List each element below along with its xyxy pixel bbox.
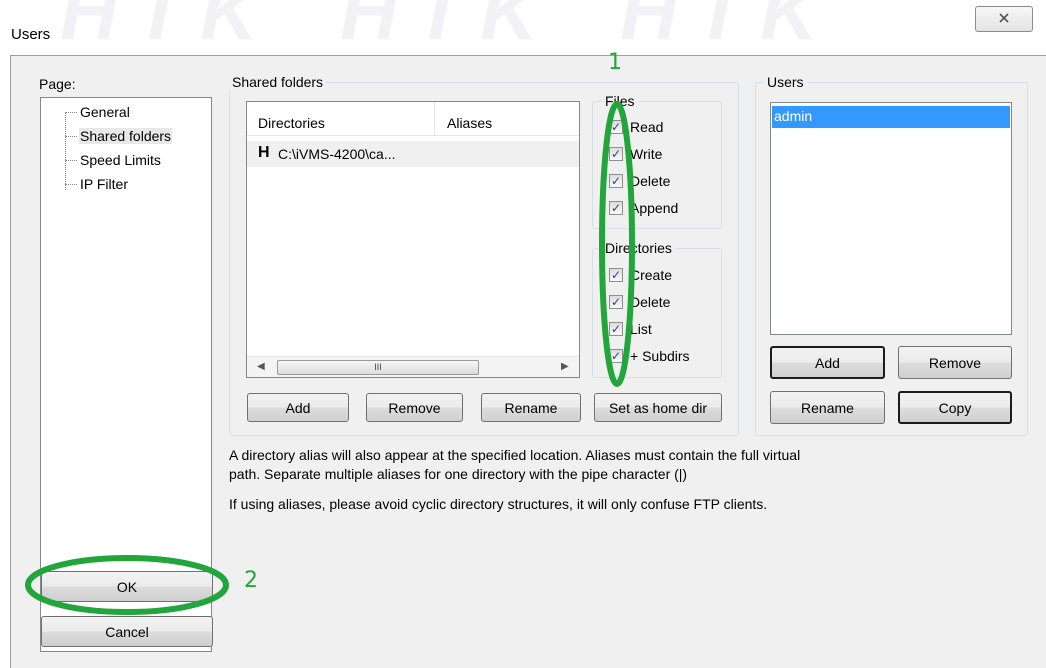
cancel-button[interactable]: Cancel bbox=[41, 616, 213, 647]
delete-dir-checkbox[interactable]: ✓ bbox=[609, 295, 623, 309]
tree-item-ip-filter[interactable]: IP Filter bbox=[80, 176, 128, 192]
title-bar: HIK HIK HIK Users bbox=[0, 0, 1046, 56]
alias-description-line1: A directory alias will also appear at th… bbox=[229, 447, 801, 463]
horizontal-scrollbar[interactable]: ◀ III ▶ bbox=[247, 356, 579, 377]
tree-connector bbox=[65, 112, 66, 190]
add-folder-button[interactable]: Add bbox=[247, 393, 349, 422]
annotation-number-2: 2 bbox=[244, 568, 258, 593]
shared-folders-label: Shared folders bbox=[229, 74, 327, 90]
watermark: HIK HIK HIK bbox=[60, 0, 848, 56]
subdirs-checkbox[interactable]: ✓ bbox=[609, 349, 623, 363]
tree-connector bbox=[65, 136, 77, 137]
table-row[interactable]: H C:\iVMS-4200\ca... bbox=[247, 141, 579, 167]
column-aliases[interactable]: Aliases bbox=[447, 115, 492, 131]
close-icon bbox=[998, 12, 1010, 27]
tree-item-general[interactable]: General bbox=[80, 104, 130, 120]
alias-description-line2: path. Separate multiple aliases for one … bbox=[229, 466, 688, 482]
rename-folder-button[interactable]: Rename bbox=[481, 393, 581, 422]
scroll-thumb[interactable]: III bbox=[277, 360, 479, 375]
annotation-number-1: 1 bbox=[608, 50, 622, 75]
tree-connector bbox=[65, 160, 77, 161]
list-header: Directories Aliases bbox=[247, 102, 579, 136]
tree-item-speed-limits[interactable]: Speed Limits bbox=[80, 152, 161, 168]
column-divider[interactable] bbox=[434, 102, 435, 136]
scroll-thumb-grip: III bbox=[374, 362, 382, 372]
read-checkbox[interactable]: ✓ bbox=[609, 120, 623, 134]
list-item[interactable]: admin bbox=[772, 106, 1010, 128]
read-label: Read bbox=[630, 119, 664, 135]
append-checkbox[interactable]: ✓ bbox=[609, 201, 623, 215]
shared-folders-list[interactable]: Directories Aliases H C:\iVMS-4200\ca...… bbox=[246, 101, 580, 378]
add-user-button[interactable]: Add bbox=[770, 346, 885, 379]
copy-user-button[interactable]: Copy bbox=[898, 391, 1012, 424]
alias-warning: If using aliases, please avoid cyclic di… bbox=[229, 496, 768, 512]
list-label: List bbox=[630, 321, 652, 337]
remove-folder-button[interactable]: Remove bbox=[366, 393, 463, 422]
page-label: Page: bbox=[39, 76, 76, 92]
tree-item-shared-folders[interactable]: Shared folders bbox=[79, 128, 173, 144]
delete-file-checkbox[interactable]: ✓ bbox=[609, 174, 623, 188]
delete-file-label: Delete bbox=[630, 173, 671, 189]
create-dir-label: Create bbox=[630, 267, 673, 283]
users-label: Users bbox=[764, 74, 807, 90]
ok-button[interactable]: OK bbox=[41, 571, 213, 602]
tree-connector bbox=[65, 112, 77, 113]
delete-dir-label: Delete bbox=[630, 294, 671, 310]
close-button[interactable] bbox=[975, 6, 1033, 32]
list-checkbox[interactable]: ✓ bbox=[609, 322, 623, 336]
scroll-left-icon[interactable]: ◀ bbox=[257, 361, 265, 372]
window-title: Users bbox=[11, 26, 51, 43]
scroll-right-icon[interactable]: ▶ bbox=[561, 361, 569, 372]
write-label: Write bbox=[630, 146, 663, 162]
users-list[interactable]: admin bbox=[770, 102, 1012, 335]
remove-user-button[interactable]: Remove bbox=[898, 346, 1012, 379]
directory-path: C:\iVMS-4200\ca... bbox=[278, 146, 396, 162]
rename-user-button[interactable]: Rename bbox=[770, 391, 885, 424]
column-directories[interactable]: Directories bbox=[258, 115, 325, 131]
create-dir-checkbox[interactable]: ✓ bbox=[609, 268, 623, 282]
files-label: Files bbox=[602, 93, 638, 109]
write-checkbox[interactable]: ✓ bbox=[609, 147, 623, 161]
tree-connector bbox=[65, 184, 77, 185]
home-dir-flag: H bbox=[258, 144, 270, 161]
append-label: Append bbox=[630, 200, 679, 216]
users-dialog: HIK HIK HIK Users Page: General Shared f… bbox=[0, 0, 1046, 668]
subdirs-label: + Subdirs bbox=[630, 348, 690, 364]
directories-label: Directories bbox=[602, 240, 675, 256]
set-home-dir-button[interactable]: Set as home dir bbox=[594, 393, 722, 422]
